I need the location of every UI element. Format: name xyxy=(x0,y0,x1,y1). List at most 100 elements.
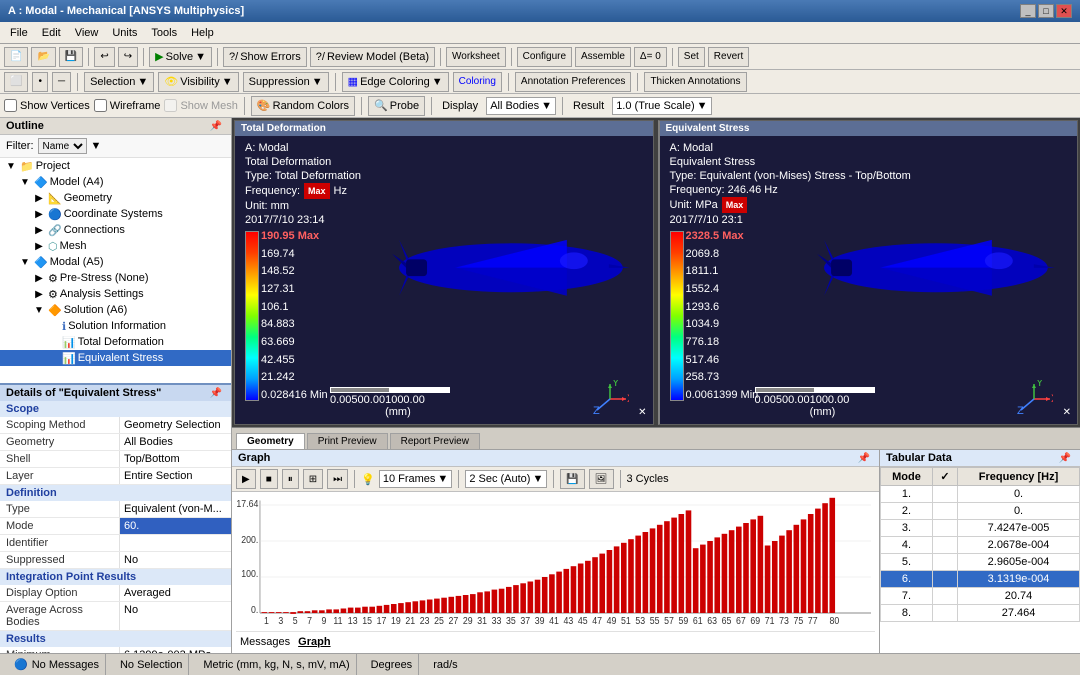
table-row[interactable]: 7. 20.74 xyxy=(881,588,1080,605)
messages-tab[interactable]: Messages xyxy=(240,636,290,648)
redo-btn[interactable]: ↪ xyxy=(118,47,138,67)
details-title: Details of "Equivalent Stress" xyxy=(6,387,161,399)
assemble-btn[interactable]: Assemble xyxy=(575,47,631,67)
tree-label-solution: Solution (A6) xyxy=(64,304,128,316)
tree-item-equiv-stress[interactable]: 📊 Equivalent Stress xyxy=(0,350,231,366)
table-row[interactable]: 8. 27.464 xyxy=(881,605,1080,622)
menu-help[interactable]: Help xyxy=(185,25,220,41)
tree-item-connections[interactable]: ▶ 🔗 Connections xyxy=(0,222,231,238)
menu-units[interactable]: Units xyxy=(106,25,143,41)
close-btn[interactable]: ✕ xyxy=(1056,4,1072,18)
coloring-btn[interactable]: Coloring xyxy=(453,72,502,92)
row-6-check[interactable] xyxy=(932,571,957,588)
menu-edit[interactable]: Edit xyxy=(36,25,67,41)
menu-view[interactable]: View xyxy=(69,25,105,41)
show-vertices-check[interactable]: Show Vertices xyxy=(4,99,90,112)
vp-left-close[interactable]: ✕ xyxy=(638,407,646,418)
tab-geometry[interactable]: Geometry xyxy=(236,433,305,449)
tree-item-modal-a5[interactable]: ▼ 🔷 Modal (A5) xyxy=(0,254,231,270)
result-scale-dropdown[interactable]: 1.0 (True Scale) ▼ xyxy=(612,97,711,115)
select-mode-btn[interactable]: ⬜ xyxy=(4,72,28,92)
wireframe-check[interactable]: Wireframe xyxy=(94,99,161,112)
tree-item-sol-info[interactable]: ℹ Solution Information xyxy=(0,318,231,334)
edge-coloring-dropdown[interactable]: ▦ Edge Coloring▼ xyxy=(342,72,449,92)
menu-file[interactable]: File xyxy=(4,25,34,41)
suppression-dropdown[interactable]: Suppression▼ xyxy=(243,72,329,92)
show-vertices-checkbox[interactable] xyxy=(4,99,17,112)
row-3-check[interactable] xyxy=(932,520,957,537)
filter-select[interactable]: Name xyxy=(38,138,87,154)
revert-btn[interactable]: Revert xyxy=(708,47,749,67)
review-model-btn[interactable]: ?/ Review Model (Beta) xyxy=(310,47,435,67)
probe-btn[interactable]: 🔍 Probe xyxy=(368,96,425,116)
tree-item-solution-a6[interactable]: ▼ 🔶 Solution (A6) xyxy=(0,302,231,318)
anim-step-btn[interactable]: ⏸ xyxy=(282,469,299,489)
menu-tools[interactable]: Tools xyxy=(145,25,183,41)
random-colors-btn[interactable]: 🎨 Random Colors xyxy=(251,96,355,116)
show-mesh-check[interactable]: Show Mesh xyxy=(164,99,237,112)
export-btn[interactable]: 💾 xyxy=(560,469,584,489)
table-row[interactable]: 2. 0. xyxy=(881,503,1080,520)
tree-item-coord-systems[interactable]: ▶ 🔵 Coordinate Systems xyxy=(0,206,231,222)
table-row[interactable]: 5. 2.9605e-004 xyxy=(881,554,1080,571)
tree-item-project[interactable]: ▼ 📁 Project xyxy=(0,158,231,174)
details-pin[interactable]: 📌 xyxy=(207,388,225,399)
row-1-check[interactable] xyxy=(932,486,957,503)
select-edge-btn[interactable]: ─ xyxy=(52,72,71,92)
selection-dropdown[interactable]: Selection▼ xyxy=(84,72,154,92)
row-4-check[interactable] xyxy=(932,537,957,554)
tree-item-prestress[interactable]: ▶ ⚙ Pre-Stress (None) xyxy=(0,270,231,286)
save-btn[interactable]: 💾 xyxy=(59,47,83,67)
anim-bar-btn[interactable]: ⊞ xyxy=(303,469,323,489)
row-7-check[interactable] xyxy=(932,588,957,605)
table-row-selected[interactable]: 6. 3.1319e-004 xyxy=(881,571,1080,588)
tab-report-preview[interactable]: Report Preview xyxy=(390,433,480,449)
worksheet-btn[interactable]: Worksheet xyxy=(446,47,506,67)
anim-end-btn[interactable]: ⏭ xyxy=(327,469,348,489)
wireframe-checkbox[interactable] xyxy=(94,99,107,112)
tree-item-geometry[interactable]: ▶ 📐 Geometry xyxy=(0,190,231,206)
vp-right-close[interactable]: ✕ xyxy=(1063,407,1071,418)
anim-stop-btn[interactable]: ■ xyxy=(260,469,278,489)
frames-dropdown[interactable]: 10 Frames ▼ xyxy=(379,470,452,488)
duration-dropdown[interactable]: 2 Sec (Auto) ▼ xyxy=(465,470,547,488)
show-errors-btn[interactable]: ?/ Show Errors xyxy=(223,47,307,67)
tree-label-prestress: Pre-Stress (None) xyxy=(60,272,149,284)
tree-item-mesh[interactable]: ▶ ⬡ Mesh xyxy=(0,238,231,254)
tree-item-analysis-settings[interactable]: ▶ ⚙ Analysis Settings xyxy=(0,286,231,302)
configure-btn[interactable]: Configure xyxy=(517,47,572,67)
tab-print-preview[interactable]: Print Preview xyxy=(307,433,388,449)
window-controls[interactable]: _ □ ✕ xyxy=(1020,4,1072,18)
new-btn[interactable]: 📄 xyxy=(4,47,28,67)
row-8-check[interactable] xyxy=(932,605,957,622)
vp-left-unit: Unit: mm xyxy=(245,199,361,213)
outline-pin[interactable]: 📌 xyxy=(207,121,225,132)
graph-pin[interactable]: 📌 xyxy=(855,453,873,464)
thicken-annotations-btn[interactable]: Thicken Annotations xyxy=(644,72,746,92)
table-row[interactable]: 4. 2.0678e-004 xyxy=(881,537,1080,554)
row-5-check[interactable] xyxy=(932,554,957,571)
image-btn[interactable]: 🖼 xyxy=(589,469,614,489)
viewport-equiv-stress[interactable]: Equivalent Stress A: Modal Equivalent St… xyxy=(658,120,1079,425)
select-vertex-btn[interactable]: • xyxy=(32,72,48,92)
tree-item-model-a4[interactable]: ▼ 🔷 Model (A4) xyxy=(0,174,231,190)
all-bodies-dropdown[interactable]: All Bodies ▼ xyxy=(486,97,556,115)
annotation-prefs-btn[interactable]: Annotation Preferences xyxy=(515,72,632,92)
set-btn[interactable]: Set xyxy=(678,47,705,67)
viewport-total-deformation[interactable]: Total Deformation A: Modal Total Deforma… xyxy=(234,120,654,425)
minimize-btn[interactable]: _ xyxy=(1020,4,1036,18)
undo-btn[interactable]: ↩ xyxy=(94,47,114,67)
row-2-check[interactable] xyxy=(932,503,957,520)
maximize-btn[interactable]: □ xyxy=(1038,4,1054,18)
solve-btn[interactable]: ▶ Solve ▼ xyxy=(149,47,212,67)
tree-item-total-deform[interactable]: 📊 Total Deformation xyxy=(0,334,231,350)
tabular-pin[interactable]: 📌 xyxy=(1056,453,1074,464)
anim-play-btn[interactable]: ▶ xyxy=(236,469,256,489)
graph-tab[interactable]: Graph xyxy=(298,636,330,648)
visibility-dropdown[interactable]: 👁 Visibility▼ xyxy=(158,72,238,92)
open-btn[interactable]: 📂 xyxy=(31,47,55,67)
table-row[interactable]: 1. 0. xyxy=(881,486,1080,503)
show-vertices-label: Show Vertices xyxy=(20,100,90,112)
details-val-mode[interactable]: 60. xyxy=(120,518,231,534)
table-row[interactable]: 3. 7.4247e-005 xyxy=(881,520,1080,537)
